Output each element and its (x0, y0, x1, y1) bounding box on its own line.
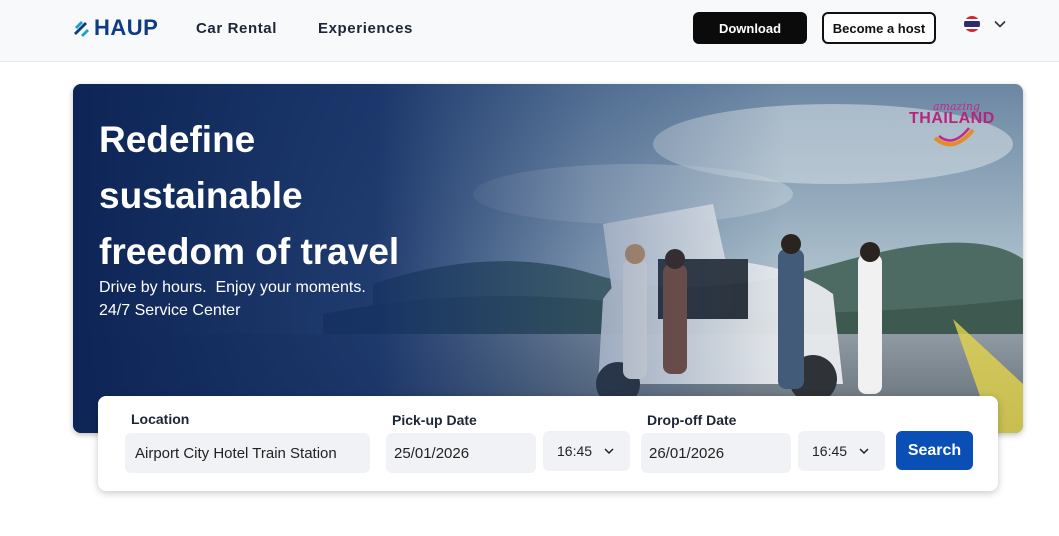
dropoff-time-value: 16:45 (812, 443, 848, 459)
dropoff-time-select[interactable]: 16:45 (798, 431, 885, 471)
download-button[interactable]: Download (693, 12, 807, 44)
haup-logo[interactable]: HAUP (72, 16, 158, 40)
hero-title-line: sustainable (99, 175, 303, 216)
hero-title-line: Redefine (99, 119, 256, 160)
smile-swoosh-icon (933, 127, 975, 147)
hero-subtitle-line: 24/7 Service Center (99, 302, 241, 319)
become-host-button[interactable]: Become a host (822, 12, 936, 44)
search-button[interactable]: Search (896, 431, 973, 470)
hero-banner: Redefine sustainable freedom of travel D… (73, 84, 1023, 433)
thai-flag-icon (964, 16, 980, 32)
logo-text: HAUP (94, 15, 159, 40)
amazing-thailand-logo: amazing THAILAND (909, 100, 1001, 150)
chevron-down-icon (859, 448, 869, 455)
nav-car-rental[interactable]: Car Rental (196, 20, 277, 37)
language-selector[interactable] (964, 16, 1006, 32)
hero-subtitle: Drive by hours. Enjoy your moments. 24/7… (99, 276, 366, 322)
hero-title-line: freedom of travel (99, 231, 400, 272)
pickup-time-value: 16:45 (557, 443, 593, 459)
hero-title: Redefine sustainable freedom of travel (99, 112, 479, 280)
pickup-time-select[interactable]: 16:45 (543, 431, 630, 471)
hero-subtitle-line: Drive by hours. Enjoy your moments. (99, 279, 366, 296)
top-navbar: HAUP Car Rental Experiences Download Bec… (0, 0, 1059, 62)
search-card: Location Airport City Hotel Train Statio… (98, 396, 998, 491)
chevron-down-icon (604, 448, 614, 455)
logo-mark-icon (74, 21, 89, 37)
pickup-date-input[interactable]: 25/01/2026 (386, 433, 536, 473)
location-input[interactable]: Airport City Hotel Train Station (125, 433, 370, 473)
dropoff-date-label: Drop-off Date (647, 412, 737, 428)
chevron-down-icon (994, 20, 1006, 28)
pickup-date-label: Pick-up Date (392, 412, 477, 428)
nav-experiences[interactable]: Experiences (318, 20, 413, 37)
dropoff-date-input[interactable]: 26/01/2026 (641, 433, 791, 473)
location-label: Location (131, 411, 190, 427)
